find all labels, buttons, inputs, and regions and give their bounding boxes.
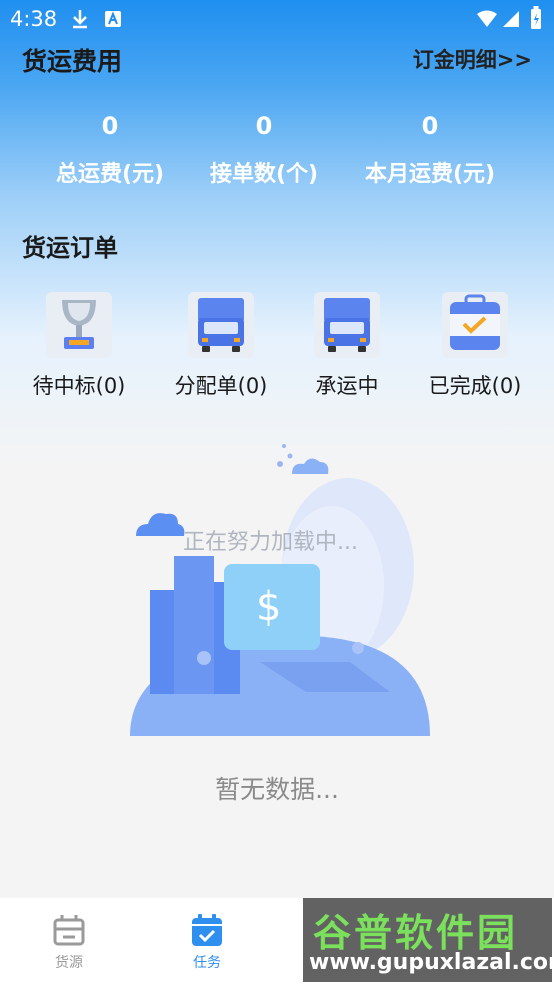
tile-completed[interactable]: 已完成(0) <box>410 292 540 400</box>
tile-pending-bid[interactable]: 待中标(0) <box>14 292 144 400</box>
nav-label: 任务 <box>193 955 221 971</box>
truck-icon <box>324 298 370 352</box>
page-title: 货运费用 <box>22 47 123 76</box>
tile-label: 待中标(0) <box>32 374 126 398</box>
stat-monthly-freight: 0 本月运费(元) <box>338 108 522 188</box>
box-icon <box>53 915 85 946</box>
status-bar: 4:38 <box>0 0 554 38</box>
nav-item-tasks[interactable]: 任务 <box>162 912 252 972</box>
nav-label: 货源 <box>55 955 83 971</box>
battery-icon <box>531 6 541 29</box>
svg-text:$: $ <box>256 584 281 630</box>
tile-in-transit[interactable]: 承运中 <box>282 292 412 400</box>
signal-icon <box>503 11 519 27</box>
empty-message: 暂无数据... <box>215 775 339 804</box>
truck-icon <box>198 298 244 352</box>
stat-label: 本月运费(元) <box>364 162 496 187</box>
stat-value: 0 <box>255 112 273 140</box>
watermark-title: 谷普软件园 <box>313 911 519 955</box>
nav-item-cargo-source[interactable]: 货源 <box>24 912 114 972</box>
title-bar: 货运费用 订金明细>> <box>0 38 554 82</box>
wifi-icon <box>477 10 497 27</box>
watermark-url: www.gupuxlazal.com <box>309 950 554 975</box>
status-time: 4:38 <box>10 7 58 31</box>
tile-label: 分配单(0) <box>174 374 268 398</box>
deposit-details-link[interactable]: 订金明细>> <box>413 44 532 74</box>
tile-label: 承运中 <box>315 374 379 398</box>
section-title-orders: 货运订单 <box>22 234 118 262</box>
empty-illustration: $ <box>130 444 430 736</box>
tile-label: 已完成(0) <box>428 374 522 398</box>
calendar-check-icon <box>192 914 222 946</box>
stat-label: 接单数(个) <box>209 162 319 187</box>
stat-value: 0 <box>421 112 439 140</box>
app-notification-icon <box>105 11 121 27</box>
bag-check-icon <box>450 294 500 350</box>
trophy-icon <box>62 300 96 349</box>
loading-text: 正在努力加载中... <box>183 530 358 555</box>
download-icon <box>73 10 87 29</box>
stat-orders-count: 0 接单数(个) <box>172 108 356 188</box>
watermark: 谷普软件园 www.gupuxlazal.com <box>303 898 554 982</box>
tile-assigned[interactable]: 分配单(0) <box>156 292 286 400</box>
